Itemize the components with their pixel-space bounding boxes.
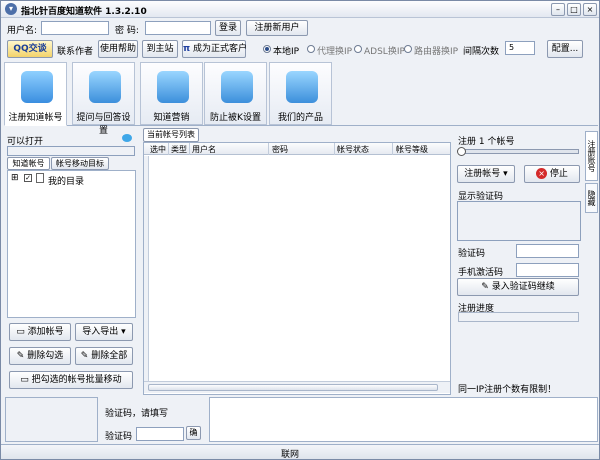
info-bubble-icon[interactable] (122, 134, 132, 142)
register-new-user-button[interactable]: 注册新用户 (246, 20, 308, 36)
title-bar: ▾ 指北针百度知道软件 1.3.2.10 – □ × (1, 1, 599, 18)
horizontal-scrollbar[interactable] (144, 381, 450, 393)
account-tree[interactable]: ⊞ ✓ 我的目录 (7, 170, 136, 318)
main-window: ▾ 指北针百度知道软件 1.3.2.10 – □ × 用户名: 密 码: 登录 … (0, 0, 600, 460)
add-account-button[interactable]: ▭ 添加帐号 (9, 323, 71, 341)
ip-proxy-label: 代理换IP (317, 47, 353, 57)
row-indicator-column (144, 156, 149, 382)
phone-code-input[interactable] (516, 263, 579, 277)
password-input[interactable] (145, 21, 211, 35)
stop-button[interactable]: × 停止 (524, 165, 580, 183)
tree-checkbox[interactable]: ✓ (24, 174, 32, 182)
app-menu-icon[interactable]: ▾ (5, 3, 17, 15)
account-list-area: 当前帐号列表 选中 类型 用户名 密码 帐号状态 帐号等级 (143, 128, 451, 395)
id-card-icon (21, 71, 53, 103)
register-count-label: 注册 1 个帐号 (458, 137, 515, 147)
import-export-button[interactable]: 导入导出 ▾ (75, 323, 133, 341)
tab-label: 知道营销 (153, 113, 190, 123)
toolbar: QQ交谈 联系作者 使用帮助 到主站 π 成为正式客户 本地IP 代理换IP A… (1, 38, 599, 60)
minimize-button[interactable]: – (551, 3, 565, 16)
tab-register-account[interactable]: 注册知道帐号 (4, 62, 67, 126)
bottom-captcha-ok-button[interactable]: 确 (186, 426, 201, 440)
right-panel: 注册 1 个帐号 注册帐号 ▾ × 停止 显示验证码 验证码 手机激活码 ✎ 录… (453, 128, 585, 395)
network-status: 联网 (281, 450, 300, 460)
col-level[interactable]: 帐号等级 (396, 144, 428, 155)
col-status[interactable]: 帐号状态 (337, 144, 369, 155)
main-site-button[interactable]: 到主站 (142, 40, 178, 58)
register-count-slider[interactable] (457, 147, 579, 156)
log-panel (209, 397, 598, 442)
status-bar: 联网 (1, 444, 599, 460)
table-header: 选中 类型 用户名 密码 帐号状态 帐号等级 (144, 143, 450, 155)
retry-count-label: 间隔次数 (463, 47, 500, 57)
login-row: 用户名: 密 码: 登录 注册新用户 (1, 20, 599, 38)
captcha-image-box (457, 201, 581, 241)
config-button[interactable]: 配置... (547, 40, 583, 58)
tab-qa-settings[interactable]: 提问与回答设置 (72, 62, 135, 136)
register-account-button[interactable]: 注册帐号 ▾ (457, 165, 515, 183)
tab-marketing[interactable]: 知道营销 (140, 62, 203, 125)
subtab-move-target[interactable]: 帐号移动目标 (51, 157, 109, 170)
bottom-captcha-preview (5, 397, 98, 442)
vtab-register-account[interactable]: 注册账号 (585, 131, 598, 181)
tree-expand-icon[interactable]: ⊞ (11, 173, 19, 183)
username-input[interactable] (41, 21, 109, 35)
close-button[interactable]: × (583, 3, 597, 16)
ip-proxy-radio[interactable] (307, 45, 315, 53)
login-button[interactable]: 登录 (215, 20, 241, 36)
stop-icon: × (536, 168, 548, 179)
col-type[interactable]: 类型 (171, 144, 187, 155)
enter-captcha-continue-button[interactable]: ✎ 录入验证码继续 (457, 278, 579, 296)
folder-icon (36, 173, 44, 183)
window-title: 指北针百度知道软件 1.3.2.10 (21, 7, 147, 17)
ip-adsl-radio[interactable] (354, 45, 362, 53)
col-password[interactable]: 密码 (272, 144, 288, 155)
become-customer-button[interactable]: π 成为正式客户 (182, 40, 247, 58)
qq-chat-button[interactable]: QQ交谈 (7, 40, 53, 58)
delete-checked-button[interactable]: ✎ 删除勾选 (9, 347, 71, 365)
ip-router-label: 路由器换IP (414, 47, 459, 57)
tab-anti-ban[interactable]: 防止被K设置 (204, 62, 267, 125)
account-table[interactable]: 选中 类型 用户名 密码 帐号状态 帐号等级 (143, 142, 451, 395)
col-selected[interactable]: 选中 (150, 144, 166, 155)
left-panel: 可以打开 知道帐号 帐号移动目标 ⊞ ✓ 我的目录 ▭ 添加帐号 导入导出 ▾ … (4, 128, 139, 393)
ip-limit-note: 同一IP注册个数有限制！ (458, 385, 557, 395)
bottom-captcha-prompt: 验证码，请填写 (105, 409, 169, 419)
phone-code-label: 手机激活码 (458, 268, 504, 278)
username-label: 用户名: (7, 26, 38, 36)
main-tab-bar: 注册知道帐号 提问与回答设置 知道营销 防止被K设置 我们的产品 (4, 62, 598, 136)
register-progress-bar (458, 312, 579, 322)
captcha-input[interactable] (516, 244, 579, 258)
open-path-field (7, 146, 135, 156)
slider-thumb[interactable] (457, 147, 466, 156)
delete-all-button[interactable]: ✎ 删除全部 (75, 347, 133, 365)
tab-label: 防止被K设置 (210, 113, 261, 123)
retry-count-input[interactable]: 5 (505, 41, 535, 55)
ip-adsl-label: ADSL换IP (364, 47, 405, 57)
maximize-button[interactable]: □ (567, 3, 581, 16)
help-button[interactable]: 使用帮助 (98, 40, 138, 58)
tab-label: 注册知道帐号 (8, 113, 63, 123)
batch-move-button[interactable]: ▭ 把勾选的帐号批量移动 (9, 371, 133, 389)
subtab-accounts[interactable]: 知道帐号 (7, 157, 50, 170)
bottom-captcha-input[interactable] (136, 427, 184, 441)
vtab-hide[interactable]: 隐藏 (585, 183, 598, 213)
contact-author-link[interactable]: 联系作者 (57, 44, 93, 57)
password-label: 密 码: (115, 26, 139, 36)
bell-icon (221, 71, 253, 103)
ip-local-radio[interactable] (263, 45, 271, 53)
tree-root-label[interactable]: 我的目录 (48, 174, 84, 187)
bottom-captcha-label: 验证码 (105, 432, 133, 442)
col-username[interactable]: 用户名 (192, 144, 216, 155)
tab-label: 我们的产品 (277, 113, 323, 123)
ip-local-label: 本地IP (273, 47, 300, 57)
scrollbar-thumb[interactable] (148, 384, 438, 391)
tab-current-account-list[interactable]: 当前帐号列表 (143, 128, 199, 142)
edit-icon (89, 71, 121, 103)
star-icon (286, 71, 318, 103)
broadcast-icon (157, 71, 189, 103)
captcha-label: 验证码 (458, 249, 486, 259)
tab-our-products[interactable]: 我们的产品 (269, 62, 332, 125)
ip-router-radio[interactable] (404, 45, 412, 53)
